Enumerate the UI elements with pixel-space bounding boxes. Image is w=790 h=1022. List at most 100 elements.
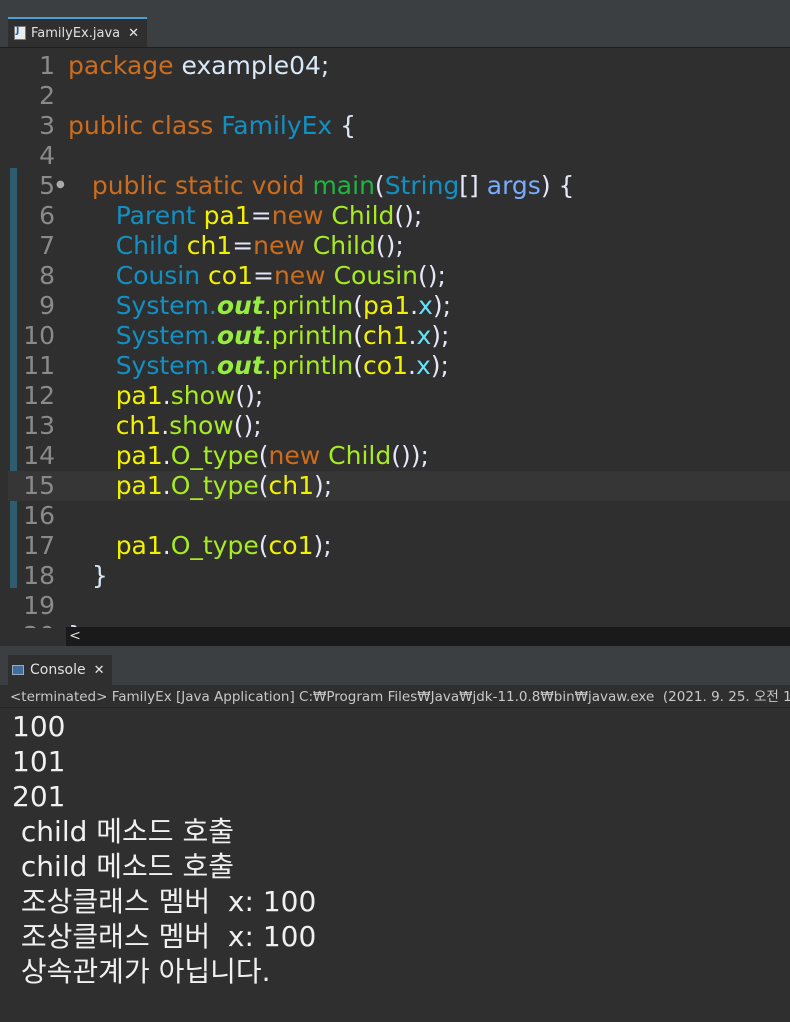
code-token: Parent <box>115 201 204 230</box>
code-text: System.out.println(pa1.x); <box>68 291 451 321</box>
code-token: x <box>418 291 433 320</box>
console-output-line: 조상클래스 멤버 x: 100 <box>12 920 317 953</box>
panel-separator[interactable] <box>0 646 790 655</box>
fold-toggle-icon[interactable]: ● <box>56 179 65 190</box>
code-token: . <box>162 381 171 410</box>
code-line[interactable]: 6 Parent pa1=new Child(); <box>8 201 790 231</box>
code-line[interactable]: 18 } <box>8 561 790 591</box>
code-line[interactable]: 4 <box>8 141 790 171</box>
code-line[interactable]: 1 package example04; <box>8 51 790 81</box>
code-token: .println <box>263 351 354 380</box>
tab-familyex-java[interactable]: FamilyEx.java ✕ <box>8 17 148 47</box>
code-token: ); <box>314 471 333 500</box>
code-token: show <box>170 381 236 410</box>
line-number: 18 <box>23 561 55 590</box>
window-top-strip <box>0 0 790 17</box>
close-icon[interactable]: ✕ <box>128 26 139 41</box>
line-number: 8 <box>39 261 55 290</box>
horizontal-scrollbar[interactable]: < <box>66 627 790 646</box>
code-line[interactable]: 19 <box>8 591 790 621</box>
code-line[interactable]: 13 ch1.show(); <box>8 411 790 441</box>
code-token: new <box>268 441 329 470</box>
line-number: 7 <box>39 231 55 260</box>
line-number: 11 <box>23 351 55 380</box>
line-number: 17 <box>23 531 55 560</box>
code-token: O_type <box>170 441 259 470</box>
code-token: Cousin <box>333 261 418 290</box>
code-token: O_type <box>170 471 259 500</box>
code-token: .println <box>263 291 354 320</box>
code-token: . <box>161 411 170 440</box>
code-token: . <box>162 441 171 470</box>
code-text: package example04; <box>68 51 329 81</box>
code-text: pa1.O_type(ch1); <box>68 471 333 501</box>
code-token: out <box>216 321 264 350</box>
code-token: out <box>216 291 264 320</box>
code-token: String <box>384 171 460 200</box>
code-line[interactable]: 16 <box>8 501 790 531</box>
code-token: (); <box>394 201 423 230</box>
line-number: 13 <box>23 411 55 440</box>
code-line[interactable]: 14 pa1.O_type(new Child()); <box>8 441 790 471</box>
line-number: 9 <box>39 291 55 320</box>
code-token: Child <box>115 231 187 260</box>
code-token: ) { <box>540 171 575 200</box>
tab-console[interactable]: Console ✕ <box>8 655 113 685</box>
code-token: (); <box>375 231 404 260</box>
code-line[interactable]: 8 Cousin co1=new Cousin(); <box>8 261 790 291</box>
code-line[interactable]: 5 ● public static void main(String[] args… <box>8 171 790 201</box>
java-file-icon <box>14 26 26 40</box>
console-output-line: 100 <box>12 710 66 743</box>
code-token: . <box>162 531 171 560</box>
code-token: ch1 <box>363 321 409 350</box>
code-token: = <box>250 201 272 230</box>
code-token: (); <box>235 381 264 410</box>
code-token: { <box>332 111 357 140</box>
code-token: show <box>169 411 234 440</box>
console-output-line: child 메소드 호출 <box>12 815 234 848</box>
code-line[interactable]: 11 System.out.println(co1.x); <box>8 351 790 381</box>
code-line[interactable]: 12 pa1.show(); <box>8 381 790 411</box>
console-output-line: 201 <box>12 780 66 813</box>
code-token: (); <box>418 261 446 290</box>
code-token: example04; <box>181 51 330 80</box>
line-number: 12 <box>23 381 55 410</box>
code-line[interactable]: 10 System.out.println(ch1.x); <box>8 321 790 351</box>
code-line[interactable]: 7 Child ch1=new Child(); <box>8 231 790 261</box>
code-line[interactable]: 3 public class FamilyEx { <box>8 111 790 141</box>
code-token: pa1 <box>115 381 163 410</box>
code-line[interactable]: 17 pa1.O_type(co1); <box>8 531 790 561</box>
code-token: . <box>408 351 416 380</box>
code-token: FamilyEx <box>221 111 333 140</box>
line-number: 6 <box>39 201 55 230</box>
close-icon[interactable]: ✕ <box>94 663 105 678</box>
code-token: = <box>232 231 254 260</box>
console-output[interactable]: 100 101 201 child 메소드 호출 child 메소드 호출 조상클래… <box>0 709 790 1022</box>
console-output-line: 상속관계가 아닙니다. <box>12 955 271 988</box>
code-text: System.out.println(co1.x); <box>68 351 449 381</box>
code-line[interactable]: 9 System.out.println(pa1.x); <box>8 291 790 321</box>
code-token: ( <box>353 291 364 320</box>
code-token: System. <box>115 321 217 350</box>
console-tab-bar: Console ✕ <box>0 655 790 685</box>
code-token: ch1 <box>186 231 233 260</box>
console-icon <box>12 665 24 675</box>
code-text: System.out.println(ch1.x); <box>68 321 450 351</box>
line-number: 20 <box>8 621 55 628</box>
code-text: pa1.show(); <box>68 381 264 411</box>
scroll-left-button[interactable]: < <box>66 627 84 646</box>
code-token: new <box>253 231 313 260</box>
code-line[interactable]: 15 pa1.O_type(ch1); <box>8 471 790 501</box>
code-token: . <box>408 321 417 350</box>
code-line[interactable]: 2 <box>8 81 790 111</box>
code-token: ch1 <box>268 471 315 500</box>
tab-label: FamilyEx.java <box>31 25 121 41</box>
code-token: ); <box>432 291 452 320</box>
code-text: ch1.show(); <box>68 411 262 441</box>
code-editor[interactable]: 1 package example04; 2 3 public class Family… <box>8 48 790 628</box>
